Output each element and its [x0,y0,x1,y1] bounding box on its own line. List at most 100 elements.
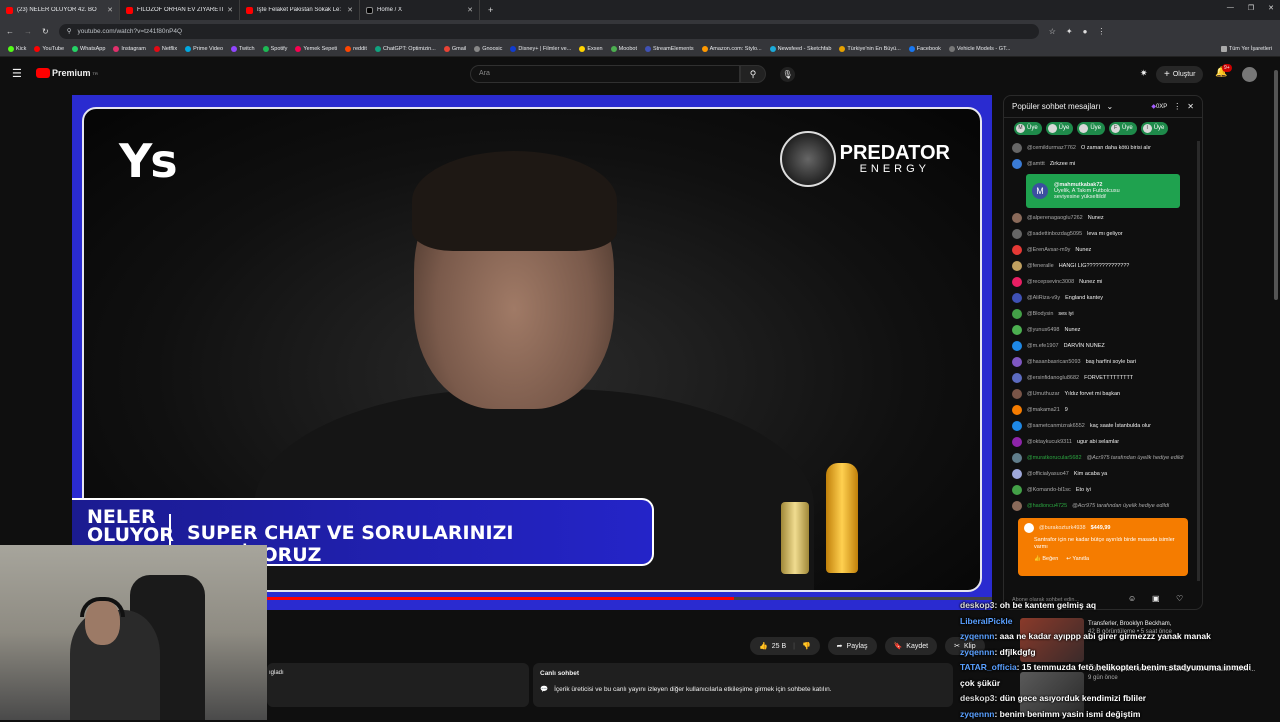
chat-author[interactable]: @Komando-bl1sc [1027,487,1071,493]
chat-scrollbar[interactable] [1197,141,1200,581]
reply-chat-button[interactable]: ↩ Yanıtla [1066,556,1089,562]
chat-author[interactable]: @feneralle [1027,263,1054,269]
profile-avatar-icon[interactable]: ● [1083,27,1088,36]
chat-message[interactable]: @m.efe1907DARVİN NUNEZ [1012,338,1194,354]
close-chat-icon[interactable]: ✕ [1187,102,1194,111]
chat-author[interactable]: @yunus6498 [1027,327,1060,333]
search-button[interactable]: ⚲ [740,65,766,83]
bookmark-item[interactable]: StreamElements [645,46,694,52]
chat-author[interactable]: @cemildurmaz7762 [1027,145,1076,151]
all-bookmarks[interactable]: Tüm Yer İşaretleri [1221,46,1280,52]
create-button[interactable]: +Oluştur [1156,66,1203,83]
member-badge[interactable]: MÜye [1014,122,1042,135]
site-info-icon[interactable]: ⚲ [67,27,72,35]
close-icon[interactable]: ✕ [347,6,353,14]
chat-author[interactable]: @officialyasuo47 [1027,471,1069,477]
chat-message[interactable]: @AliRiza-v9yEngland kantey [1012,290,1194,306]
chat-author[interactable]: @hadioncu4725 [1027,503,1067,509]
chat-author[interactable]: @ErenAvsar-m9y [1027,247,1070,253]
share-button[interactable]: ➦Paylaş [828,637,877,655]
maximize-icon[interactable]: ❐ [1248,4,1254,12]
bookmark-item[interactable]: Instagram [113,46,145,52]
chat-message[interactable]: @UmuthuzarYıldız forvet mi başkan [1012,386,1194,402]
bookmark-item[interactable]: Vehicle Models - GT... [949,46,1011,52]
live-chat-promo[interactable]: Canlı sohbet 💬 İçerik üreticisi ve bu ca… [533,663,953,707]
chat-author[interactable]: @oktaykucuk9311 [1027,439,1072,445]
bookmark-item[interactable]: Amazon.com: Stylo... [702,46,762,52]
bookmark-item[interactable]: Netflix [154,46,177,52]
member-badge[interactable]: IÜye [1141,122,1169,135]
youtube-logo[interactable]: Premium TR [36,68,98,78]
chat-message[interactable]: @muratkorucular5682@Acr975 tarafından üy… [1012,450,1194,466]
chat-author[interactable]: @Umuthuzar [1027,391,1059,397]
bookmark-item[interactable]: reddit [345,46,367,52]
chat-author[interactable]: @amttt [1027,161,1045,167]
bookmark-item[interactable]: Yemek Sepeti [295,46,337,52]
back-icon[interactable]: ← [6,27,14,36]
chat-message[interactable]: @alperenagaoglu7262Nunez [1012,210,1194,226]
points-badge[interactable]: ◆0XP [1151,103,1167,110]
bookmark-item[interactable]: ChatGPT: Optimizin... [375,46,436,52]
chat-author[interactable]: @m.efe1907 [1027,343,1059,349]
bookmark-item[interactable]: WhatsApp [72,46,105,52]
chat-author[interactable]: @sametcanmizrak6552 [1027,423,1085,429]
chevron-down-icon[interactable]: ⌄ [1107,102,1114,111]
close-icon[interactable]: ✕ [107,6,113,14]
chat-message[interactable]: @makama219 [1012,402,1194,418]
browser-tab[interactable]: İşte Felaket Pakistan Sokak Le: ✕ [240,0,360,20]
close-icon[interactable]: ✕ [227,6,233,14]
bookmark-item[interactable]: Exxen [579,46,602,52]
chat-message[interactable]: @amtttZirkzee mi [1012,156,1194,172]
chat-message[interactable]: @oktaykucuk9311ugur abi selamlar [1012,434,1194,450]
forward-icon[interactable]: → [24,27,32,36]
chat-message[interactable]: @ersinfidanoglu8682FORVETTTTTTTTT [1012,370,1194,386]
thumbs-down-icon[interactable]: 👎 [802,642,811,650]
chat-author[interactable]: @AliRiza-v9y [1027,295,1060,301]
chat-message[interactable]: @ErenAvsar-m9yNunez [1012,242,1194,258]
browser-tab[interactable]: FİLOZOF ORHAN EV ZİYARETİ - ✕ [120,0,240,20]
chat-author[interactable]: @muratkorucular5682 [1027,455,1082,461]
chat-message[interactable]: @sametcanmizrak6552kaç saate İstanbulda … [1012,418,1194,434]
page-scrollbar[interactable] [1274,70,1278,300]
chat-message[interactable]: @hadioncu4725@Acr975 tarafından üyelik h… [1012,498,1194,514]
bookmark-item[interactable]: Spotify [263,46,288,52]
close-icon[interactable]: ✕ [467,6,473,14]
chat-author[interactable]: @sadettinbozdag5095 [1027,231,1082,237]
search-input[interactable]: Ara [470,65,740,83]
chat-author[interactable]: @makama21 [1027,407,1060,413]
super-chat-message[interactable]: @burakozturk4938$449,99Santrafor için ne… [1018,518,1188,576]
chat-message[interactable]: @officialyasuo47Kim acaba ya [1012,466,1194,482]
bookmark-item[interactable]: Newsfeed - Sketchfab [770,46,832,52]
bookmark-item[interactable]: Gmail [444,46,466,52]
bookmark-item[interactable]: Gnoosic [474,46,502,52]
chat-mode-dropdown[interactable]: Popüler sohbet mesajları [1012,102,1101,111]
chat-message[interactable]: @hasanbasrican5093baş harfini soyle bari [1012,354,1194,370]
bookmark-item[interactable]: Facebook [909,46,941,52]
bookmark-item[interactable]: Prime Video [185,46,223,52]
close-window-icon[interactable]: ✕ [1268,4,1274,12]
new-tab-icon[interactable]: + [488,5,493,15]
description-box[interactable]: ıgladı [267,663,529,707]
bookmark-item[interactable]: Moobot [611,46,637,52]
menu-icon[interactable]: ⋮ [1097,27,1105,36]
bookmark-item[interactable]: YouTube [34,46,64,52]
chat-author[interactable]: @recepsevinc3008 [1027,279,1074,285]
chat-message[interactable]: @Komando-bl1scEto iyi [1012,482,1194,498]
bookmark-item[interactable]: Türkiye'nin En Büyü... [839,46,900,52]
like-button[interactable]: 👍25 B|👎 [750,637,820,655]
bookmark-item[interactable]: Twitch [231,46,255,52]
chat-message[interactable]: @recepsevinc3008Nunez mi [1012,274,1194,290]
reload-icon[interactable]: ↻ [42,27,49,36]
url-bar[interactable]: ⚲ youtube.com/watch?v=tz41f80nP4Q [59,24,1039,39]
browser-tab[interactable]: (23) NELER OLUYOR 42. BÖ ✕ [0,0,120,20]
chat-message[interactable]: @sadettinbozdag5095leva mı geliyor [1012,226,1194,242]
voice-search-icon[interactable]: 🎙 [780,67,795,82]
video-player[interactable]: Ys PREDATOR ENERGY NELER OLUYOR SUPER CH… [72,95,992,610]
minimize-icon[interactable]: — [1227,4,1234,12]
bookmark-item[interactable]: Disney+ | Filmler ve... [510,46,571,52]
chat-author[interactable]: @alperenagaoglu7262 [1027,215,1083,221]
member-badge[interactable]: Üye [1046,122,1074,135]
extensions-icon[interactable]: ✦ [1066,27,1073,36]
more-options-icon[interactable]: ⋮ [1173,102,1181,111]
save-button[interactable]: 🔖Kaydet [885,637,938,655]
